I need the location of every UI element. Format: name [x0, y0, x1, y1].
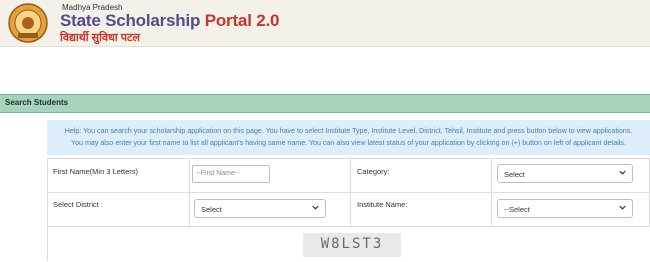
chevron-down-icon — [619, 205, 626, 210]
site-header: Madhya Pradesh State Scholarship Portal … — [0, 0, 650, 47]
section-title: Search Students — [5, 98, 69, 107]
category-value: Select — [504, 170, 525, 179]
portal-title-version: Portal 2.0 — [204, 11, 280, 30]
institute-value: --Select — [504, 205, 530, 214]
chevron-down-icon — [312, 205, 319, 210]
help-text-line2: You may also enter your first name to li… — [71, 139, 626, 147]
mp-emblem-icon — [8, 3, 48, 43]
help-box: Help: You can search your scholarship ap… — [47, 120, 650, 155]
portal-title: State Scholarship Portal 2.0 — [60, 11, 279, 31]
district-label: Select District : — [53, 200, 104, 209]
chevron-down-icon — [619, 170, 626, 175]
captcha-text: W8LST3 — [320, 236, 384, 252]
captcha-image: W8LST3 — [303, 233, 401, 257]
form-cell — [47, 193, 190, 227]
district-value: Select — [201, 205, 222, 214]
category-label: Category: — [357, 167, 390, 176]
hindi-tagline: विद्यार्थी सुविधा पटल — [60, 32, 140, 44]
section-header: Search Students — [0, 94, 650, 113]
district-select[interactable]: Select — [194, 199, 326, 218]
category-select[interactable]: Select — [497, 164, 633, 183]
first-name-input[interactable]: --First Name-- — [192, 165, 270, 183]
institute-select[interactable]: --Select — [497, 199, 633, 218]
institute-label: Institute Name: — [357, 200, 408, 209]
first-name-label: First Name(Min 3 Letters) — [53, 167, 139, 176]
form-cell — [351, 193, 492, 227]
help-text-line1: Help: You can search your scholarship ap… — [64, 127, 633, 135]
portal-title-main: State Scholarship — [60, 11, 201, 30]
